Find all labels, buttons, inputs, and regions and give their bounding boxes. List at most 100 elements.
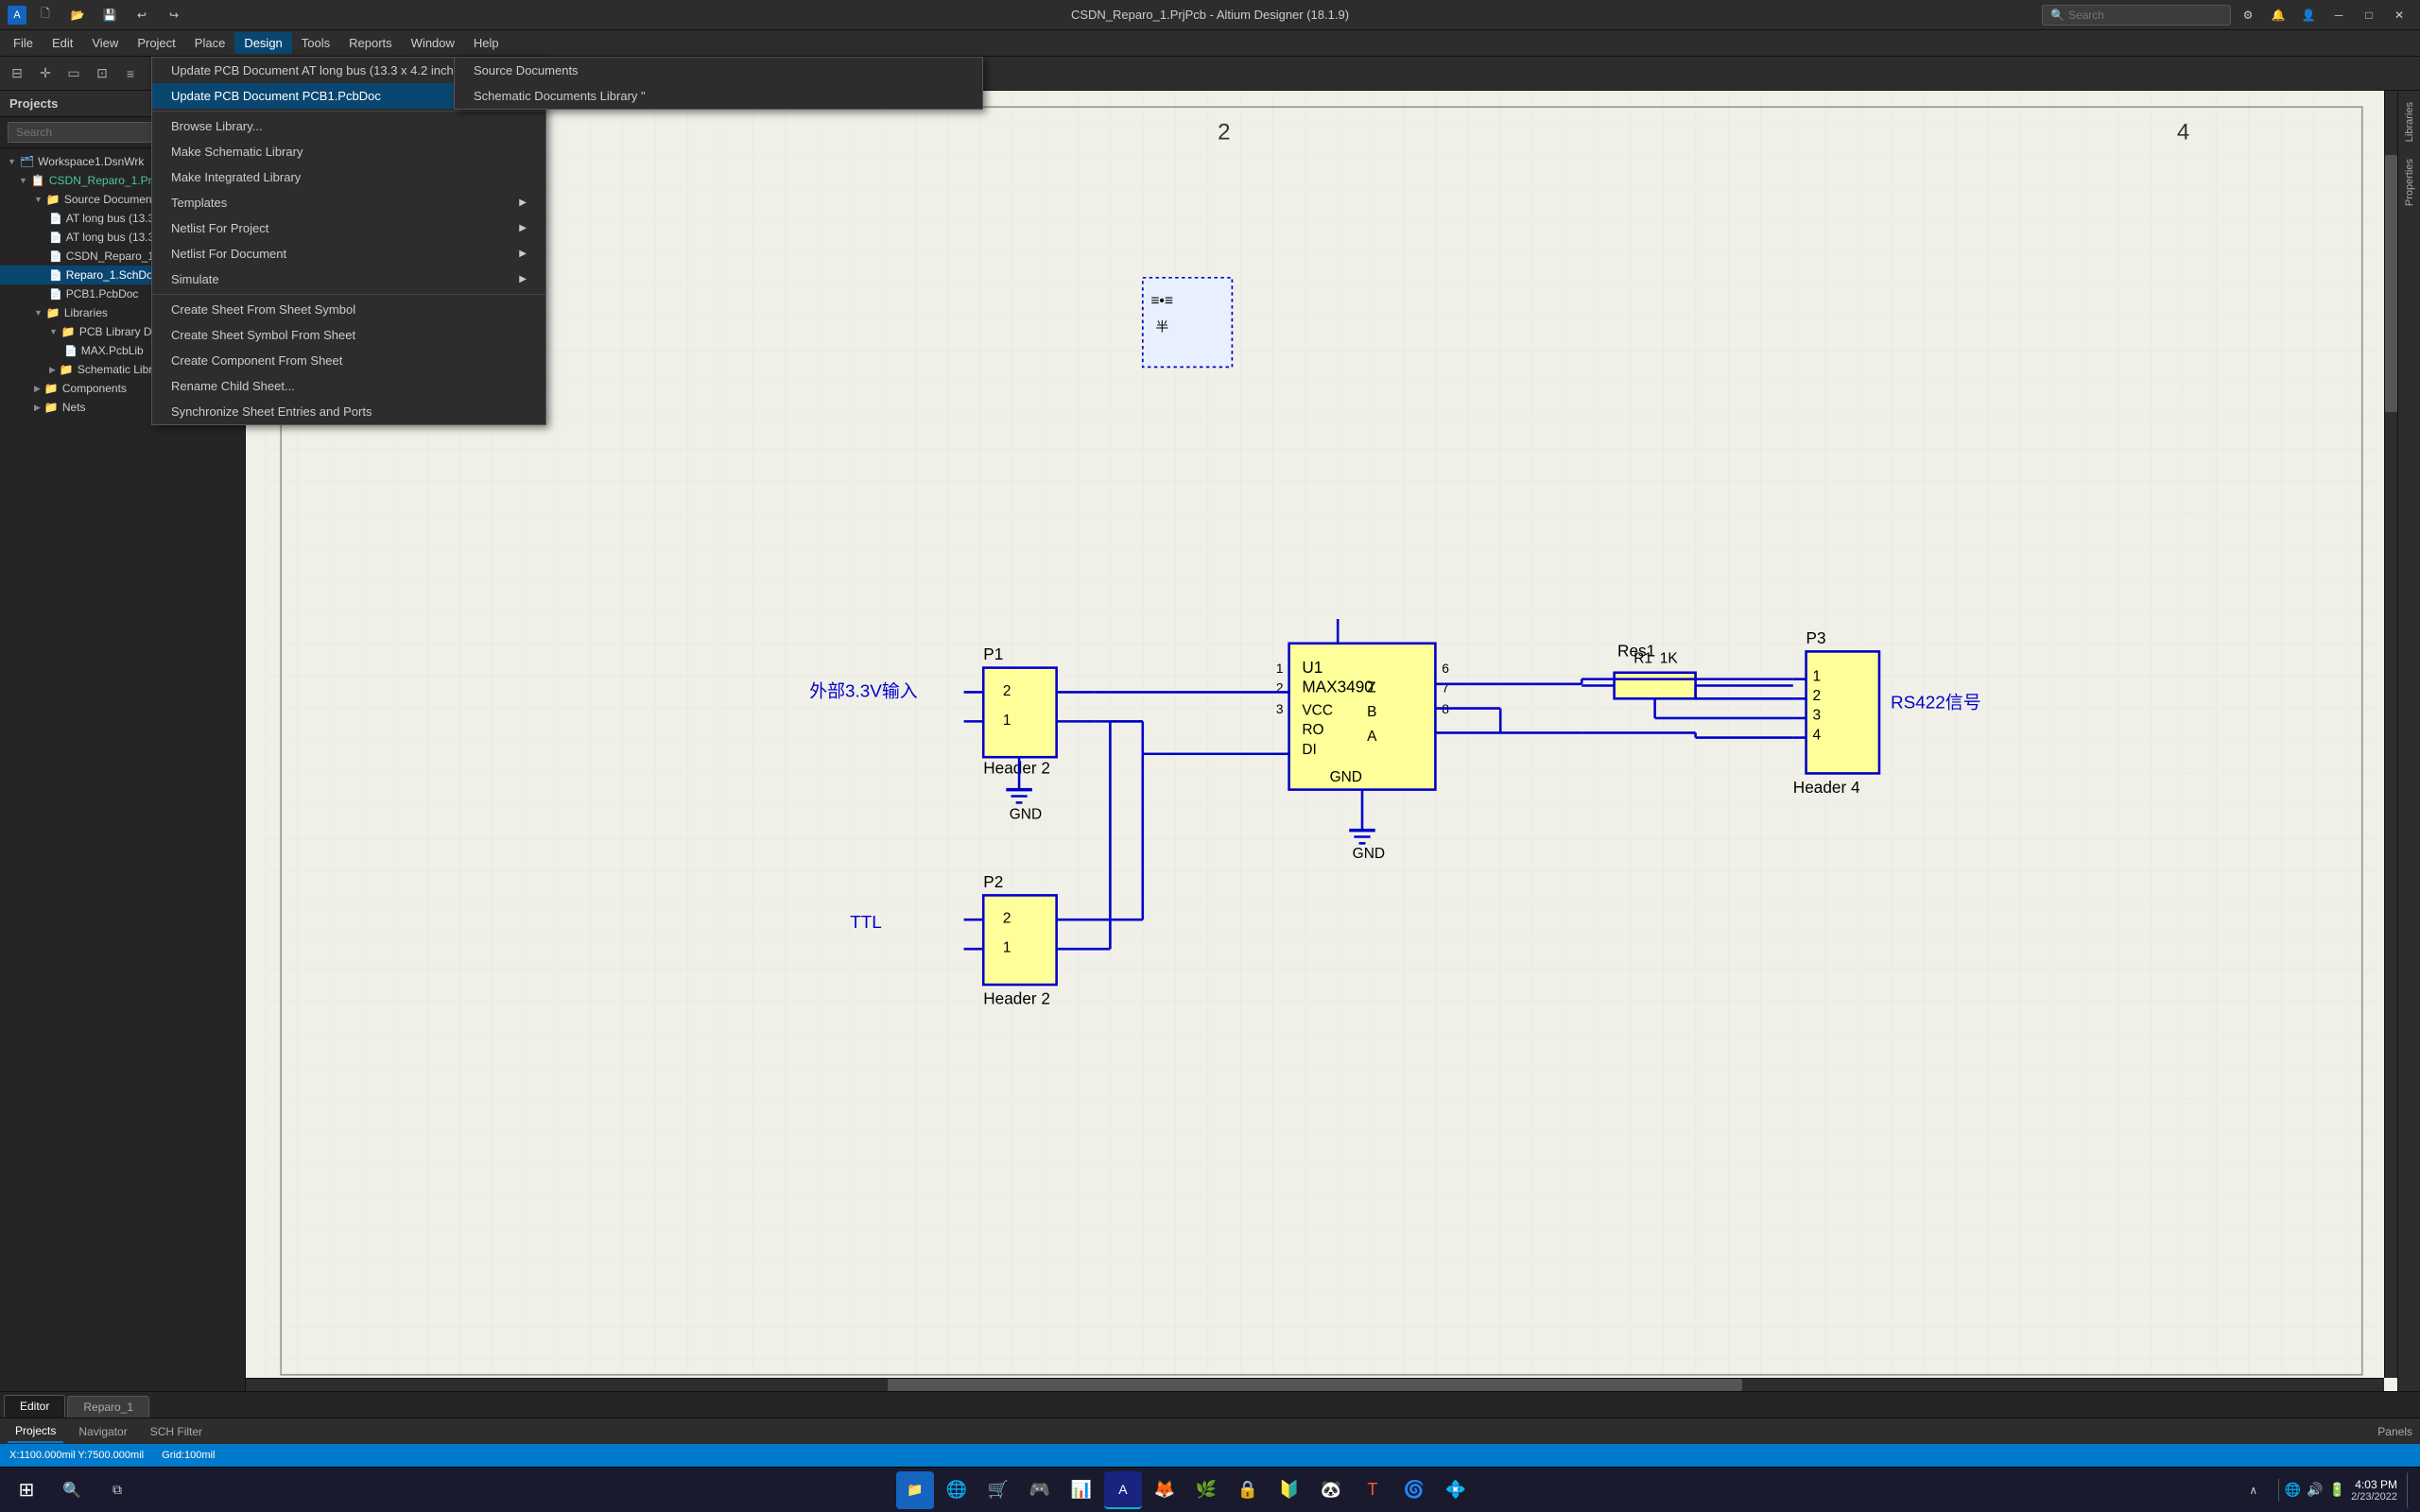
- align-left-tool[interactable]: ⊡: [89, 60, 115, 87]
- dropdown-create-component[interactable]: Create Component From Sheet: [152, 348, 545, 373]
- menu-file[interactable]: File: [4, 32, 43, 54]
- battery-icon[interactable]: 🔋: [2329, 1482, 2345, 1498]
- svg-text:半: 半: [1156, 320, 1169, 335]
- select-tool[interactable]: ▭: [60, 60, 87, 87]
- taskbar-app-4[interactable]: 📊: [1063, 1471, 1100, 1509]
- svg-text:B: B: [1367, 704, 1376, 720]
- taskbar-app-3[interactable]: 🎮: [1021, 1471, 1059, 1509]
- taskbar-center: 📁 🌐 🛒 🎮 📊 A 🦊 🌿 🔒 🔰 🐼: [896, 1471, 1475, 1509]
- taskbar-app-5[interactable]: 🦊: [1146, 1471, 1184, 1509]
- horizontal-scrollbar[interactable]: [246, 1378, 2384, 1391]
- volume-icon[interactable]: 🔊: [2307, 1482, 2323, 1498]
- taskbar-windows-store[interactable]: 🛒: [979, 1471, 1017, 1509]
- notification-icon[interactable]: 🔔: [2265, 5, 2291, 26]
- title-search-box[interactable]: 🔍: [2042, 5, 2231, 26]
- right-tab-libraries[interactable]: Libraries: [2400, 94, 2419, 149]
- menu-project[interactable]: Project: [128, 32, 184, 54]
- maximize-button[interactable]: □: [2356, 5, 2382, 26]
- menu-place[interactable]: Place: [185, 32, 235, 54]
- taskbar-explorer[interactable]: 📁: [896, 1471, 934, 1509]
- design-dropdown: Update PCB Document AT long bus (13.3 x …: [151, 57, 546, 425]
- simulate-arrow: ▶: [519, 274, 527, 284]
- svg-text:2: 2: [1812, 688, 1821, 704]
- show-hidden-icons[interactable]: ∧: [2235, 1471, 2273, 1509]
- task-view-button[interactable]: ⧉: [98, 1471, 136, 1509]
- menu-window[interactable]: Window: [402, 32, 464, 54]
- panels-btn[interactable]: Panels: [2377, 1424, 2412, 1438]
- menu-tools[interactable]: Tools: [292, 32, 339, 54]
- dropdown-browse-library[interactable]: Browse Library...: [152, 111, 545, 139]
- align-center-tool[interactable]: ≡: [117, 60, 144, 87]
- taskbar-altium[interactable]: A: [1104, 1471, 1142, 1509]
- taskbar-app-10[interactable]: T: [1354, 1471, 1392, 1509]
- dropdown-rename-child[interactable]: Rename Child Sheet...: [152, 373, 545, 399]
- taskbar-app-7[interactable]: 🔒: [1229, 1471, 1267, 1509]
- filter-tool[interactable]: ⊟: [4, 60, 30, 87]
- save-btn[interactable]: 💾: [96, 5, 123, 26]
- search-button[interactable]: 🔍: [53, 1471, 91, 1509]
- search-icon: 🔍: [2050, 9, 2065, 22]
- tab-editor[interactable]: Editor: [4, 1395, 65, 1418]
- settings-icon[interactable]: ⚙: [2235, 5, 2261, 26]
- menu-help[interactable]: Help: [464, 32, 509, 54]
- submenu-source-docs[interactable]: Source Documents: [455, 58, 982, 83]
- menu-design[interactable]: Design: [234, 32, 291, 54]
- right-tab-properties[interactable]: Properties: [2400, 151, 2419, 214]
- taskbar-app-12[interactable]: 💠: [1437, 1471, 1475, 1509]
- expand-icon: ▶: [34, 384, 41, 394]
- file-icon5: 📄: [49, 288, 62, 301]
- svg-text:MAX3490: MAX3490: [1302, 677, 1373, 696]
- network-icon[interactable]: 🌐: [2285, 1482, 2301, 1498]
- dropdown-templates[interactable]: Templates ▶: [152, 190, 545, 215]
- svg-text:GND: GND: [1353, 846, 1385, 862]
- bottom-tabs: Projects Navigator SCH Filter Panels: [0, 1418, 2420, 1444]
- dropdown-simulate[interactable]: Simulate ▶: [152, 266, 545, 292]
- redo-btn[interactable]: ↪: [161, 5, 187, 26]
- svg-text:3: 3: [1276, 702, 1284, 716]
- workspace-label: Workspace1.DsnWrk: [38, 155, 144, 168]
- open-btn[interactable]: 📂: [64, 5, 91, 26]
- expand-icon: ▼: [19, 176, 27, 185]
- folder-icon4: 📁: [60, 363, 74, 376]
- user-icon[interactable]: 👤: [2295, 5, 2322, 26]
- vertical-scrollbar[interactable]: [2384, 91, 2397, 1378]
- tab-reparo[interactable]: Reparo_1: [67, 1396, 149, 1418]
- tab-bar: Editor Reparo_1: [0, 1391, 2420, 1418]
- dropdown-create-sheet-sym[interactable]: Create Sheet Symbol From Sheet: [152, 322, 545, 348]
- taskbar-edge[interactable]: 🌐: [938, 1471, 976, 1509]
- bottom-tab-sch-filter[interactable]: SCH Filter: [143, 1421, 210, 1442]
- taskbar-app-11[interactable]: 🌀: [1395, 1471, 1433, 1509]
- menu-edit[interactable]: Edit: [43, 32, 82, 54]
- taskbar-app-8[interactable]: 🔰: [1270, 1471, 1308, 1509]
- max-pcblib-label: MAX.PcbLib: [81, 344, 144, 357]
- svg-text:VCC: VCC: [1302, 702, 1333, 718]
- start-button[interactable]: ⊞: [8, 1471, 45, 1509]
- bottom-tab-projects[interactable]: Projects: [8, 1420, 63, 1443]
- menu-view[interactable]: View: [82, 32, 128, 54]
- dropdown-create-sheet[interactable]: Create Sheet From Sheet Symbol: [152, 294, 545, 322]
- taskbar-app-9[interactable]: 🐼: [1312, 1471, 1350, 1509]
- title-bar-left: A 🗋 📂 💾 ↩ ↪: [8, 5, 187, 26]
- dropdown-make-sch-lib[interactable]: Make Schematic Library: [152, 139, 545, 164]
- submenu-sch-lib[interactable]: Schematic Documents Library ": [455, 83, 982, 109]
- taskbar-app-6[interactable]: 🌿: [1187, 1471, 1225, 1509]
- minimize-button[interactable]: ─: [2325, 5, 2352, 26]
- show-desktop[interactable]: [2407, 1471, 2412, 1509]
- dropdown-netlist-project[interactable]: Netlist For Project ▶: [152, 215, 545, 241]
- close-button[interactable]: ✕: [2386, 5, 2412, 26]
- add-tool[interactable]: ✛: [32, 60, 59, 87]
- svg-text:Header 2: Header 2: [983, 989, 1050, 1008]
- svg-text:U1: U1: [1302, 658, 1322, 677]
- svg-text:R1: R1: [1634, 650, 1652, 666]
- title-search-input[interactable]: [2068, 9, 2201, 22]
- dropdown-make-int-lib[interactable]: Make Integrated Library: [152, 164, 545, 190]
- undo-btn[interactable]: ↩: [129, 5, 155, 26]
- new-btn[interactable]: 🗋: [32, 5, 59, 26]
- clock[interactable]: 4:03 PM 2/23/2022: [2351, 1478, 2397, 1503]
- dropdown-sync-sheet[interactable]: Synchronize Sheet Entries and Ports: [152, 399, 545, 424]
- dropdown-netlist-doc[interactable]: Netlist For Document ▶: [152, 241, 545, 266]
- canvas-area[interactable]: 2 4 2 1 P1 Header 2 GND: [246, 91, 2397, 1391]
- bottom-tab-navigator[interactable]: Navigator: [71, 1421, 134, 1442]
- menu-reports[interactable]: Reports: [339, 32, 402, 54]
- nets-label: Nets: [62, 401, 86, 414]
